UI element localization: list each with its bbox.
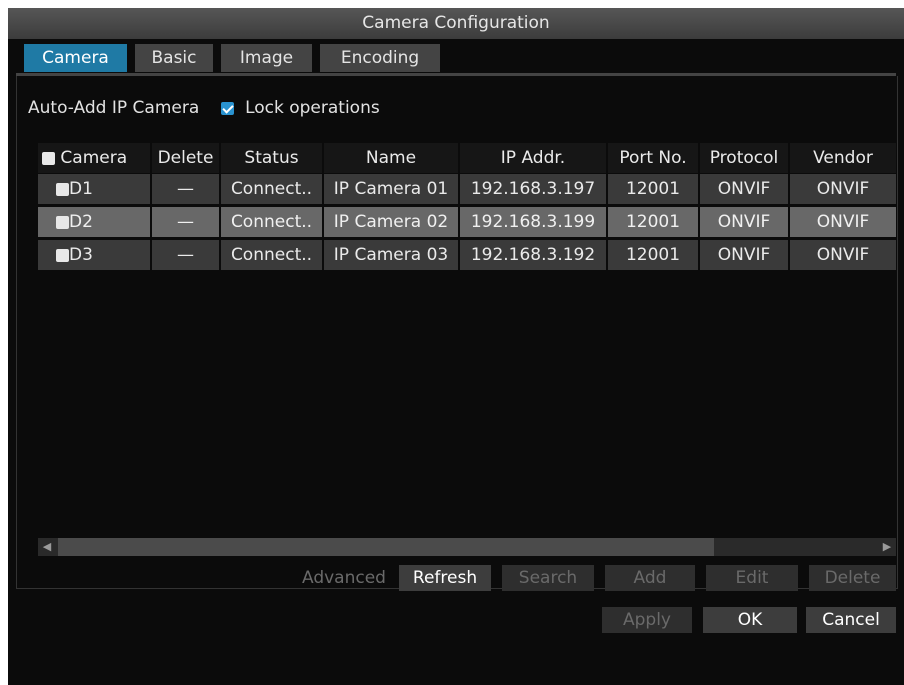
row-port: 12001 <box>608 240 698 270</box>
auto-add-row: Auto-Add IP Camera Lock operations <box>28 96 380 120</box>
header-port: Port No. <box>608 143 698 173</box>
row-checkbox[interactable] <box>56 182 69 196</box>
row-camera-id: D2 <box>69 212 93 232</box>
row-camera-id: D3 <box>69 245 93 265</box>
header-protocol: Protocol <box>700 143 788 173</box>
advanced-button[interactable]: Advanced <box>296 565 392 591</box>
tab-basic[interactable]: Basic <box>135 44 213 72</box>
row-status: Connect.. <box>221 174 322 204</box>
search-button[interactable]: Search <box>502 565 594 591</box>
row-port: 12001 <box>608 207 698 237</box>
row-delete[interactable]: — <box>152 174 219 204</box>
row-ip: 192.168.3.197 <box>460 174 606 204</box>
header-vendor: Vendor <box>790 143 896 173</box>
row-status: Connect.. <box>221 207 322 237</box>
row-ip: 192.168.3.199 <box>460 207 606 237</box>
apply-button[interactable]: Apply <box>602 607 692 633</box>
row-vendor: ONVIF <box>790 174 896 204</box>
row-port: 12001 <box>608 174 698 204</box>
row-vendor: ONVIF <box>790 207 896 237</box>
arrow-left-icon[interactable]: ◀ <box>40 538 54 556</box>
delete-button[interactable]: Delete <box>809 565 896 591</box>
header-delete: Delete <box>152 143 219 173</box>
lock-operations-checkbox[interactable] <box>220 101 234 115</box>
row-vendor: ONVIF <box>790 240 896 270</box>
lock-operations-label: Lock operations <box>245 98 380 118</box>
tab-camera[interactable]: Camera <box>24 44 127 72</box>
tab-encoding[interactable]: Encoding <box>320 44 440 72</box>
row-camera-cell: D3 <box>38 240 150 270</box>
auto-add-label[interactable]: Auto-Add IP Camera <box>28 98 199 118</box>
header-camera[interactable]: Camera <box>38 143 150 173</box>
row-camera-cell: D2 <box>38 207 150 237</box>
row-protocol: ONVIF <box>700 240 788 270</box>
tab-image[interactable]: Image <box>221 44 312 72</box>
row-delete[interactable]: — <box>152 207 219 237</box>
row-protocol: ONVIF <box>700 207 788 237</box>
header-status: Status <box>221 143 322 173</box>
row-delete[interactable]: — <box>152 240 219 270</box>
scrollbar-thumb[interactable] <box>58 538 714 556</box>
add-button[interactable]: Add <box>605 565 695 591</box>
header-camera-label: Camera <box>60 148 128 168</box>
header-ip: IP Addr. <box>460 143 606 173</box>
select-all-checkbox[interactable] <box>42 151 55 165</box>
row-camera-cell: D1 <box>38 174 150 204</box>
row-checkbox[interactable] <box>56 215 69 229</box>
refresh-button[interactable]: Refresh <box>399 565 491 591</box>
header-name: Name <box>324 143 458 173</box>
row-status: Connect.. <box>221 240 322 270</box>
row-ip: 192.168.3.192 <box>460 240 606 270</box>
row-protocol: ONVIF <box>700 174 788 204</box>
row-checkbox[interactable] <box>56 248 69 262</box>
row-name: IP Camera 03 <box>324 240 458 270</box>
edit-button[interactable]: Edit <box>706 565 798 591</box>
cancel-button[interactable]: Cancel <box>806 607 896 633</box>
ok-button[interactable]: OK <box>703 607 797 633</box>
horizontal-scrollbar[interactable]: ◀ ▶ <box>38 538 896 556</box>
row-camera-id: D1 <box>69 179 93 199</box>
arrow-right-icon[interactable]: ▶ <box>880 538 894 556</box>
row-name: IP Camera 02 <box>324 207 458 237</box>
dialog-title: Camera Configuration <box>8 8 904 39</box>
row-name: IP Camera 01 <box>324 174 458 204</box>
